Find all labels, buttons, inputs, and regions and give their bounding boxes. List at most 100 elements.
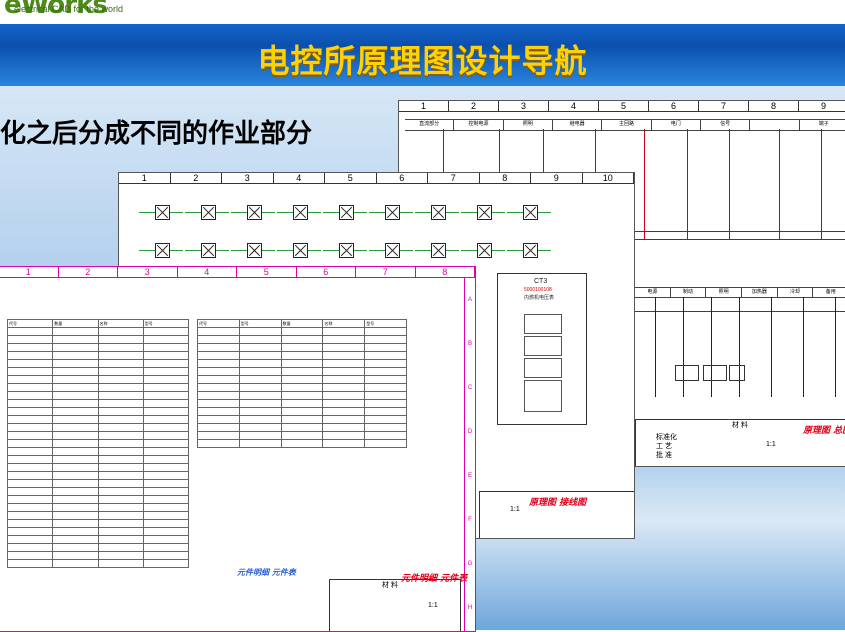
bom-row: [6, 519, 190, 528]
row-label: E: [467, 473, 472, 479]
bom-row: [197, 439, 407, 448]
section-label: 加热器: [742, 288, 778, 297]
section-label: 备用: [813, 288, 845, 297]
column-label: 1: [119, 173, 171, 183]
bom-row: [197, 423, 407, 432]
column-label: 9: [799, 101, 845, 111]
section-label: 照明: [706, 288, 743, 297]
column-label: 6: [649, 101, 699, 111]
bom-row: [6, 487, 190, 496]
column-label: 1: [399, 101, 449, 111]
column-label: 2: [449, 101, 499, 111]
bom-header-cell: 代号: [6, 319, 54, 328]
column-label: 4: [549, 101, 599, 111]
bom-header-cell: 数量: [52, 319, 99, 328]
section-label: [750, 120, 800, 130]
column-label: 6: [297, 267, 356, 277]
bom-row: [6, 359, 190, 368]
bom-row: [197, 343, 407, 352]
bom-row: [197, 431, 407, 440]
slide-title: 电控所原理图设计导航: [257, 42, 588, 80]
indicator-lamp-icon: [201, 243, 216, 258]
column-label: 5: [325, 173, 377, 183]
title-block-scale: 1:1: [428, 602, 438, 609]
bom-row: [6, 415, 190, 424]
lower-section-header-row: 电源 制动 照明 加热器 冷却 备用: [635, 287, 845, 298]
section-label: 电源: [635, 288, 671, 297]
section-label: 直流部分: [405, 120, 455, 130]
bom-row: [6, 399, 190, 408]
indicator-lamp-icon: [293, 243, 308, 258]
indicator-lamp-icon: [155, 243, 170, 258]
indicator-lamp-icon: [201, 205, 216, 220]
bom-row: [197, 391, 407, 400]
bom-header-cell: 名称: [322, 319, 366, 328]
column-label: 9: [531, 173, 583, 183]
bom-row: [6, 503, 190, 512]
indicator-lamp-icon: [339, 205, 354, 220]
bom-header-cell: 名称: [97, 319, 144, 328]
section-label: 照明: [504, 120, 553, 130]
bom-row: [6, 479, 190, 488]
sheet-red-tag: 原理图 接线图: [529, 498, 587, 508]
indicator-lamp-icon: [247, 243, 262, 258]
relay-coil: [675, 365, 699, 381]
column-label: 3: [118, 267, 178, 277]
title-block: 材 料 1:1: [329, 579, 461, 631]
section-label: 控制电源: [454, 120, 504, 130]
bom-row: [6, 351, 190, 360]
bom-row: [6, 471, 190, 480]
bom-header-cell: 型号: [364, 319, 407, 328]
row-label: F: [468, 517, 472, 523]
column-label: 10: [583, 173, 634, 183]
bom-row: [6, 439, 190, 448]
bom-header-cell: 代号: [197, 319, 240, 328]
bom-row: [6, 455, 190, 464]
column-ruler: 123456789: [399, 101, 845, 112]
column-label: 8: [749, 101, 799, 111]
indicator-lamp-icon: [385, 205, 400, 220]
column-label: 3: [499, 101, 549, 111]
column-label: 1: [0, 267, 59, 277]
bom-row: [6, 447, 190, 456]
bom-row: [197, 367, 407, 376]
row-label: D: [467, 429, 473, 435]
slide-subtitle: 化之后分成不同的作业部分: [0, 119, 313, 149]
sheet-red-tag: 元件明细 元件表: [401, 574, 468, 584]
row-label: G: [467, 561, 473, 567]
bom-row: [6, 511, 190, 520]
bom-row: [197, 375, 407, 384]
bom-row: [6, 327, 190, 336]
sheet-red-tag: 原理图 总图: [803, 426, 845, 436]
section-label: 端子: [800, 120, 845, 130]
bom-sheet[interactable]: 12345678 ABCDEFGH 代号 数量 名称 型号 代号 型号 数量 名称 型号 材 …: [0, 266, 476, 632]
bom-row: [6, 527, 190, 536]
sheet-blue-tag: 元件明细 元件表: [237, 568, 296, 577]
bom-row: [6, 383, 190, 392]
section-label: 信号: [701, 120, 751, 130]
bom-table-a: 代号 数量 名称 型号: [6, 319, 190, 568]
bom-row: [197, 359, 407, 368]
column-label: 7: [699, 101, 749, 111]
column-label: 5: [237, 267, 297, 277]
indicator-lamp-icon: [385, 243, 400, 258]
bom-row: [6, 407, 190, 416]
bom-row: [6, 375, 190, 384]
indicator-lamp-icon: [523, 205, 538, 220]
column-label: 5: [599, 101, 649, 111]
bom-row: [6, 343, 190, 352]
indicator-lamp-icon: [431, 243, 446, 258]
row-label: H: [467, 605, 473, 611]
bom-row: [6, 463, 190, 472]
ct3-component[interactable]: CT3 5000100108 内燃机电压表: [497, 273, 587, 425]
title-block-heading: 材 料: [732, 422, 748, 429]
row-label: A: [467, 297, 472, 303]
bom-header-cell: 型号: [238, 319, 282, 328]
column-label: 8: [480, 173, 531, 183]
title-block-scale: 1:1: [766, 441, 776, 448]
column-label: 7: [428, 173, 480, 183]
title-block-scale: 1:1: [510, 506, 520, 513]
bom-header-cell: 型号: [142, 319, 190, 328]
bom-row: [6, 423, 190, 432]
bom-row: [197, 351, 407, 360]
